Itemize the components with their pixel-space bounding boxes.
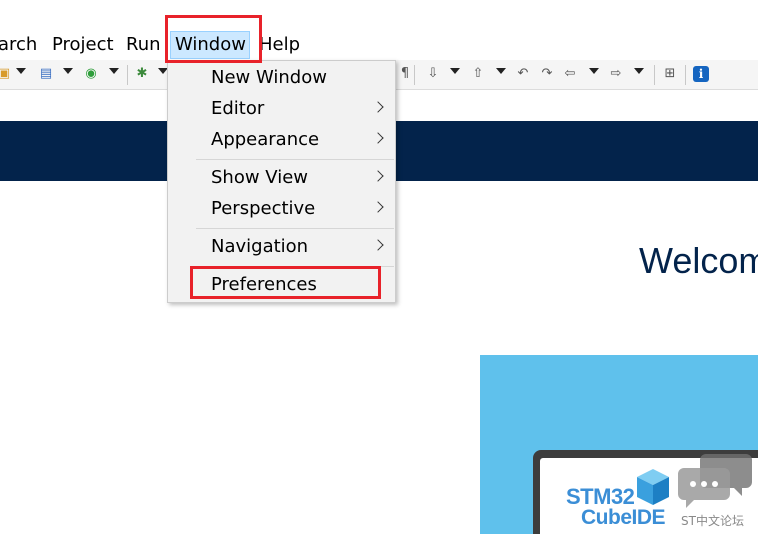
info-icon[interactable]: i — [693, 66, 709, 82]
menu-separator — [196, 159, 394, 160]
open-perspective-icon[interactable]: ⊞ — [662, 66, 678, 82]
new-c-file-icon[interactable]: ▤ — [38, 66, 54, 82]
forward-dropdown-icon[interactable] — [634, 68, 644, 74]
menu-help[interactable]: Help — [259, 32, 300, 58]
menu-run[interactable]: Run — [126, 32, 161, 58]
menu-item-label: New Window — [211, 67, 327, 88]
menu-item-label: Appearance — [211, 129, 320, 150]
debug-bug-icon[interactable]: ✱ — [134, 66, 150, 82]
menu-separator — [196, 228, 394, 229]
menu-item-appearance[interactable]: Appearance — [168, 125, 395, 155]
next-annotation-icon[interactable]: ⇩ — [425, 66, 441, 82]
chevron-right-icon — [372, 201, 384, 213]
cube-logo-icon — [637, 469, 669, 505]
menu-item-navigation[interactable]: Navigation — [168, 232, 395, 262]
menu-project[interactable]: Project — [52, 32, 114, 58]
forward-icon[interactable]: ⇨ — [608, 66, 624, 82]
chevron-right-icon — [372, 239, 384, 251]
toolbar-separator — [685, 65, 686, 85]
menu-item-label: Show View — [211, 167, 309, 188]
menu-item-label: Perspective — [211, 198, 316, 219]
back-dropdown-icon[interactable] — [589, 68, 599, 74]
menu-item-label: Navigation — [211, 236, 309, 257]
chat-bubble-watermark-icon — [678, 454, 752, 508]
toolbar-separator — [414, 65, 415, 85]
chevron-right-icon — [372, 170, 384, 182]
next-annotation-dropdown-icon[interactable] — [450, 68, 460, 74]
menu-item-new-window[interactable]: New Window — [168, 63, 395, 93]
menu-search[interactable]: arch — [0, 32, 37, 58]
welcome-title: Welcom — [639, 240, 758, 281]
show-whitespace-icon[interactable]: ¶ — [397, 66, 413, 82]
menu-separator — [196, 266, 394, 267]
menu-item-label: Editor — [211, 98, 265, 119]
menu-window[interactable]: Window — [170, 31, 250, 59]
last-edit-icon[interactable]: ↶ — [515, 66, 531, 82]
run-config-icon[interactable]: ◉ — [83, 66, 99, 82]
menu-bar: arch Project Run Window Help — [0, 28, 758, 60]
prev-annotation-icon[interactable]: ⇧ — [470, 66, 486, 82]
toolbar-separator — [127, 65, 128, 85]
new-c-dropdown-arrow-icon[interactable] — [63, 68, 73, 74]
menu-item-perspective[interactable]: Perspective — [168, 194, 395, 224]
new-file-icon[interactable]: ▣ — [0, 66, 12, 82]
menu-item-label: Preferences — [211, 274, 317, 295]
run-dropdown-arrow-icon[interactable] — [109, 68, 119, 74]
window-menu-dropdown: New Window Editor Appearance Show View P… — [167, 60, 396, 303]
back-icon[interactable]: ⇦ — [562, 66, 578, 82]
toolbar-separator — [654, 65, 655, 85]
logo-cubeide-text: CubeIDE — [581, 506, 666, 529]
menu-item-editor[interactable]: Editor — [168, 94, 395, 124]
watermark-text: ST中文论坛 — [681, 514, 744, 528]
chevron-right-icon — [372, 132, 384, 144]
menu-item-preferences[interactable]: Preferences — [168, 270, 395, 300]
chevron-right-icon — [372, 101, 384, 113]
new-dropdown-arrow-icon[interactable] — [16, 68, 26, 74]
prev-annotation-dropdown-icon[interactable] — [496, 68, 506, 74]
menu-item-show-view[interactable]: Show View — [168, 163, 395, 193]
forward-edit-icon[interactable]: ↷ — [539, 66, 555, 82]
